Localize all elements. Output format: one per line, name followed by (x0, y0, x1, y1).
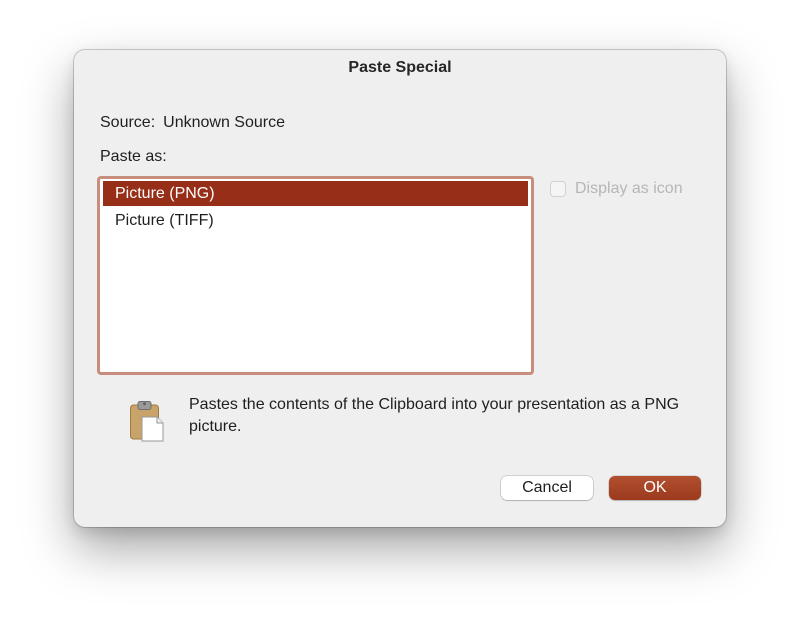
paste-special-dialog: Paste Special Source: Unknown Source Past… (74, 50, 726, 527)
dialog-title: Paste Special (348, 59, 452, 76)
display-as-icon-option[interactable]: Display as icon (550, 178, 683, 200)
result-description: Pastes the contents of the Clipboard int… (189, 396, 680, 435)
source-label: Source: (100, 114, 156, 131)
list-item-picture-png[interactable]: Picture (PNG) (103, 181, 528, 206)
paste-as-list[interactable]: Picture (PNG) Picture (TIFF) (97, 176, 534, 375)
cancel-button[interactable]: Cancel (501, 476, 593, 500)
ok-button[interactable]: OK (609, 476, 701, 500)
display-as-icon-label: Display as icon (575, 180, 683, 197)
list-item-picture-tiff[interactable]: Picture (TIFF) (103, 208, 528, 233)
source-row: Source: Unknown Source (100, 114, 285, 132)
display-as-icon-checkbox[interactable] (550, 181, 566, 197)
source-value: Unknown Source (163, 114, 285, 131)
clipboard-icon (129, 400, 165, 442)
paste-as-label: Paste as: (100, 148, 167, 165)
